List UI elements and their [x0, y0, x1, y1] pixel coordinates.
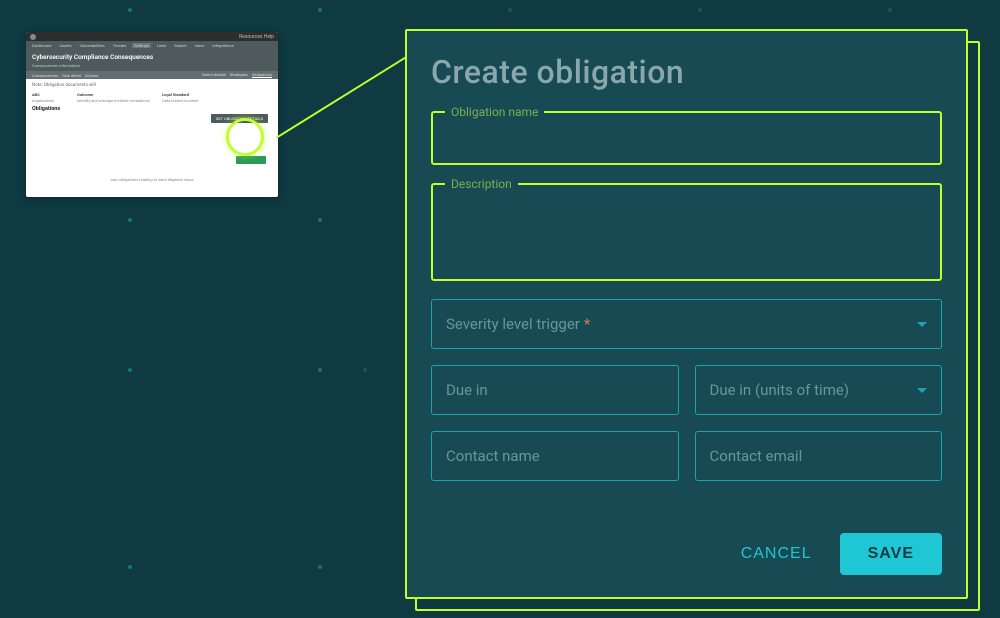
nav-tab: Integrations	[210, 43, 235, 48]
nav-tab: Threats	[111, 43, 129, 48]
thumb-note: Note: Obligation documents will	[32, 83, 272, 88]
chevron-down-icon	[917, 322, 927, 327]
description-field: Description	[431, 183, 942, 281]
required-marker: *	[584, 315, 590, 333]
obligation-name-field: Obligation name	[431, 111, 942, 165]
nav-tab: Search	[172, 43, 188, 48]
nav-tab: Dashboard	[30, 43, 53, 48]
contact-email-input[interactable]	[710, 447, 928, 465]
severity-level-select[interactable]: Severity level trigger *	[431, 299, 942, 349]
contact-email-field	[695, 431, 943, 481]
thumb-col2-sub: Identify and manage incident escalations	[77, 98, 157, 103]
contact-name-input[interactable]	[446, 447, 664, 465]
nav-tab: Links	[155, 43, 168, 48]
create-obligation-modal: Create obligation Obligation name Descri…	[405, 29, 968, 599]
screenshot-thumbnail: Resources Help Dashboard Assets Vulnerab…	[26, 32, 278, 197]
severity-level-label: Severity level trigger	[446, 315, 580, 333]
thumb-set-details-button[interactable]: SET OBLIGATION DETAILS	[211, 114, 268, 123]
cancel-button[interactable]: CANCEL	[741, 545, 812, 563]
due-in-units-select[interactable]: Due in (units of time)	[695, 365, 943, 415]
thumb-nav-tabs: Dashboard Assets Vulnerabilities Threats…	[26, 41, 278, 50]
subtab-active: Obligations	[252, 72, 272, 78]
app-logo-icon	[30, 34, 36, 40]
thumb-col3-head: Legal Standard	[162, 92, 212, 97]
thumb-col3-sub: Data breach incident	[162, 98, 212, 103]
thumb-add-obligation-button[interactable]	[236, 156, 266, 164]
thumb-topbar: Resources Help	[26, 32, 278, 41]
due-in-input[interactable]	[446, 381, 664, 399]
save-button[interactable]: SAVE	[840, 533, 942, 575]
nav-tab: Vulnerabilities	[78, 43, 107, 48]
nav-tab-active: Settings	[132, 43, 151, 48]
thumb-hint-text: Add obligations relating to each litigat…	[26, 177, 278, 182]
contact-name-field	[431, 431, 679, 481]
description-label: Description	[445, 177, 518, 191]
description-input[interactable]	[445, 195, 928, 269]
connector-line-icon	[276, 51, 416, 138]
chevron-down-icon	[917, 388, 927, 393]
nav-tab: Inbox	[193, 43, 207, 48]
thumb-page-title: Cybersecurity Compliance Consequences	[26, 50, 278, 63]
subtab: Actions	[85, 73, 99, 78]
obligation-name-label: Obligation name	[445, 105, 544, 119]
thumb-subtabs: Consequences Risk detail Actions Select …	[26, 71, 278, 79]
due-in-units-label: Due in (units of time)	[710, 381, 850, 399]
thumb-section-header: Obligations	[32, 106, 272, 112]
obligation-name-input[interactable]	[445, 126, 928, 142]
thumb-col2-head: Outcome	[77, 92, 157, 97]
subtab: Risk detail	[62, 73, 80, 78]
thumb-top-right: Resources Help	[239, 34, 274, 40]
thumb-col1-sub: organization	[32, 98, 72, 103]
subtab: Select details	[202, 72, 226, 78]
modal-title: Create obligation	[431, 53, 942, 91]
thumb-page-subtitle: Consequences information	[26, 63, 278, 71]
subtab: Strategies	[230, 72, 248, 78]
subtab: Consequences	[32, 73, 58, 78]
due-in-field	[431, 365, 679, 415]
thumb-col1-head: ABC	[32, 92, 72, 97]
nav-tab: Assets	[57, 43, 73, 48]
